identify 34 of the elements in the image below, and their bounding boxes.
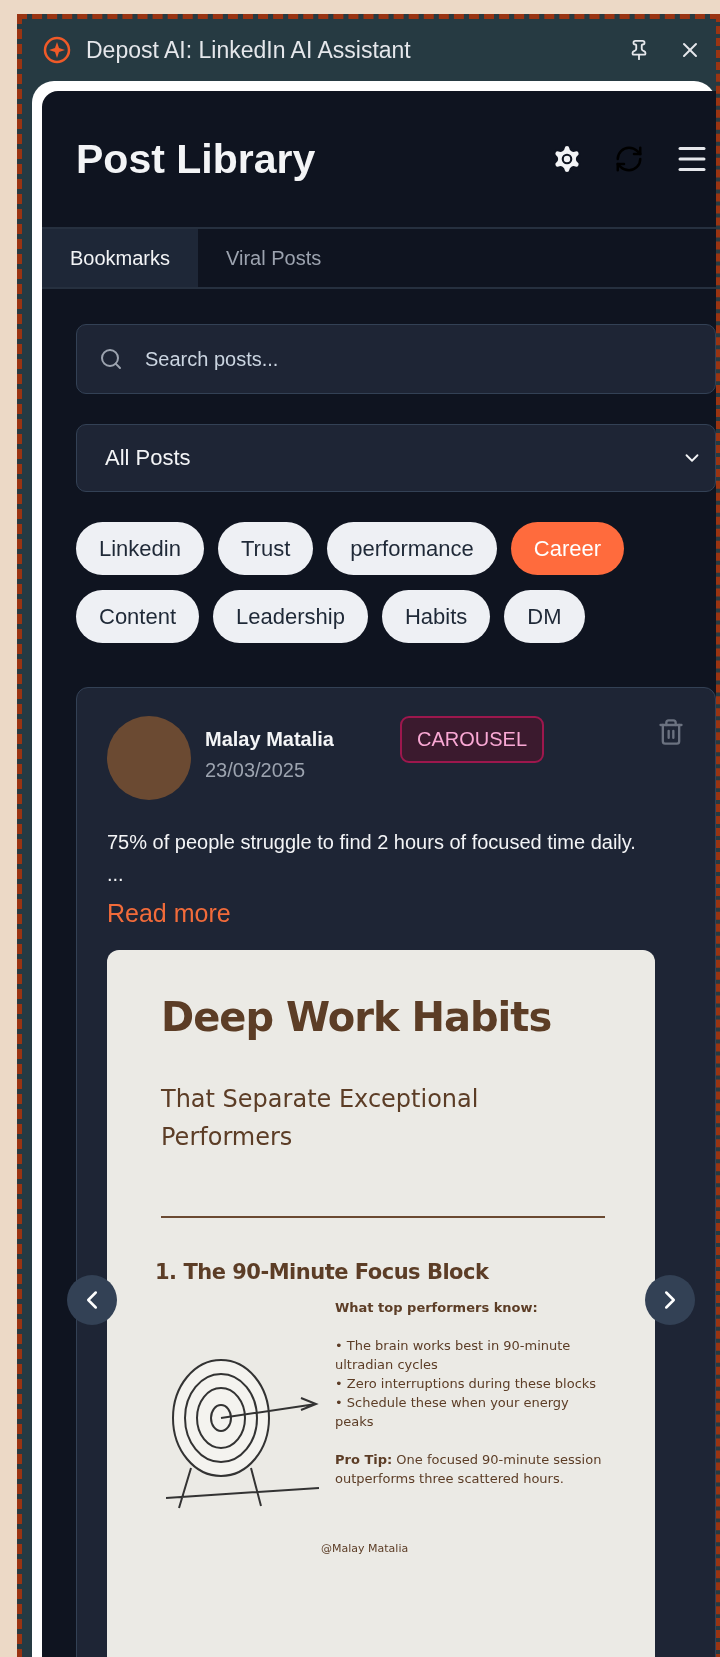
trash-icon[interactable] bbox=[657, 718, 685, 746]
post-text: 75% of people struggle to find 2 hours of focused time daily. bbox=[107, 830, 637, 855]
page-title: Post Library bbox=[76, 135, 317, 183]
logo-icon bbox=[42, 35, 72, 65]
slide-handle: @Malay Matalia bbox=[321, 1542, 410, 1555]
search-bar[interactable]: Search posts... bbox=[76, 324, 716, 394]
tag-chip[interactable]: Leadership bbox=[213, 590, 368, 643]
tag-chip[interactable]: DM bbox=[504, 590, 585, 643]
search-input[interactable]: Search posts... bbox=[143, 346, 693, 372]
previous-button[interactable] bbox=[67, 1275, 117, 1325]
post-type-badge: CAROUSEL bbox=[400, 716, 545, 763]
tag-chip[interactable]: Linkedin bbox=[76, 522, 204, 575]
author-name: Malay Matalia bbox=[205, 728, 335, 751]
post-date: 23/03/2025 bbox=[205, 759, 307, 782]
tab[interactable]: Viral Posts bbox=[198, 229, 350, 287]
tag-chip[interactable]: Trust bbox=[217, 522, 314, 575]
read-more-link[interactable]: Read more bbox=[107, 899, 231, 928]
window-title: Depost AI: LinkedIn AI Assistant bbox=[86, 36, 412, 64]
tag-chip[interactable]: performance bbox=[327, 522, 497, 575]
slide-bullet: • Schedule these when your energy peaks bbox=[335, 1394, 570, 1431]
slide-tip: Pro Tip: One focused 90-minute session outperforms three scattered hours. bbox=[335, 1451, 603, 1488]
slide-bullet: • Zero interruptions during these blocks bbox=[335, 1375, 598, 1393]
slide-list-title: What top performers know: bbox=[335, 1299, 539, 1317]
next-button[interactable] bbox=[645, 1275, 695, 1325]
slide-bullet: • The brain works best in 90-minute ultradian cycles bbox=[335, 1337, 572, 1374]
ellipsis-text: ... bbox=[107, 862, 125, 887]
filter-dropdown[interactable]: All Posts bbox=[76, 424, 716, 492]
tab[interactable]: Bookmarks bbox=[42, 229, 199, 287]
slide-subtitle: That Separate Exceptional Performers bbox=[161, 1084, 480, 1153]
tag-chip[interactable]: Content bbox=[76, 590, 200, 643]
slide-title: Deep Work Habits bbox=[161, 994, 553, 1040]
slide-heading: 1. The 90-Minute Focus Block bbox=[155, 1260, 490, 1284]
search-icon bbox=[99, 347, 123, 371]
tag-chip[interactable]: Habits bbox=[381, 590, 491, 643]
